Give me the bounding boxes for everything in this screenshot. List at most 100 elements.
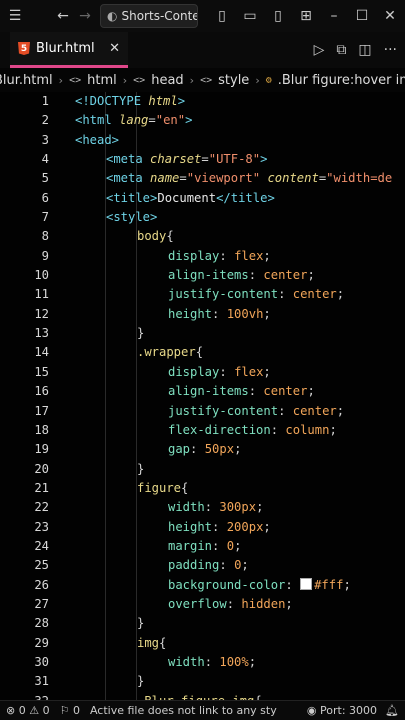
notifications-bell-icon[interactable]: 🔔︎ xyxy=(385,704,399,717)
code-line[interactable]: 23 height: 200px; xyxy=(0,518,405,537)
code-line[interactable]: 16 align-items: center; xyxy=(0,382,405,401)
code-token: = xyxy=(179,171,187,186)
toggle-secondary-sidebar-icon[interactable]: ▯ xyxy=(267,8,289,24)
code-token: <head> xyxy=(75,132,120,147)
code-line[interactable]: 31} xyxy=(0,672,405,691)
code-line[interactable]: 13} xyxy=(0,324,405,343)
color-swatch[interactable] xyxy=(300,577,313,590)
code-line[interactable]: 29 img{ xyxy=(0,634,405,653)
code-line[interactable]: 21 figure{ xyxy=(0,479,405,498)
code-token: } xyxy=(137,326,145,341)
run-icon[interactable]: ▷ xyxy=(314,42,325,58)
code-text: .wrapper{ xyxy=(137,343,203,362)
code-token: "width=de xyxy=(326,171,393,186)
line-number: 26 xyxy=(34,577,49,592)
code-line[interactable]: 27 overflow: hidden; xyxy=(0,595,405,614)
code-line[interactable]: 14 .wrapper{ xyxy=(0,343,405,362)
menu-icon[interactable]: ☰ xyxy=(4,8,26,24)
forward-arrow-icon[interactable]: → xyxy=(74,8,96,24)
code-line[interactable]: 3 <head> xyxy=(0,131,405,150)
breadcrumb-item-selector[interactable]: .Blur figure:hover img xyxy=(278,73,405,88)
breadcrumb-item-style[interactable]: style xyxy=(218,73,249,88)
code-line[interactable]: 6 <title>Document</title> xyxy=(0,189,405,208)
code-line[interactable]: 26 background-color: #fff; xyxy=(0,576,405,595)
line-number: 28 xyxy=(34,616,49,631)
code-line[interactable]: 18 flex-direction: column; xyxy=(0,421,405,440)
code-token: center xyxy=(263,384,308,399)
code-line[interactable]: 4 <meta charset="UTF-8"> xyxy=(0,150,405,169)
breadcrumb-item-file[interactable]: Blur.html xyxy=(0,73,53,88)
minimize-icon[interactable]: – xyxy=(323,8,345,24)
code-line[interactable]: 2 <html lang="en"> xyxy=(0,111,405,130)
toggle-panel-icon[interactable]: ▭ xyxy=(239,8,261,24)
code-token: column xyxy=(285,422,330,437)
info-indicator[interactable]: ⚐ 0 xyxy=(60,704,80,717)
code-text: body{ xyxy=(137,227,174,246)
code-token: : xyxy=(226,596,242,611)
code-token: #fff xyxy=(314,577,344,592)
code-line[interactable]: 19 gap: 50px; xyxy=(0,440,405,459)
signal-icon: ⚐ xyxy=(59,704,70,717)
code-line[interactable]: 28} xyxy=(0,614,405,633)
code-token: display xyxy=(168,364,220,379)
back-arrow-icon[interactable]: ← xyxy=(52,8,74,24)
code-line[interactable]: 8 body{ xyxy=(0,227,405,246)
code-line[interactable]: 32 .Blur figure img{ xyxy=(0,692,405,700)
code-text: <!DOCTYPE html> xyxy=(75,92,185,111)
command-center-search[interactable]: ◐ Shorts-Conte xyxy=(100,4,198,28)
code-line[interactable]: 24 margin: 0; xyxy=(0,537,405,556)
code-line[interactable]: 1 <!DOCTYPE html> xyxy=(0,92,405,111)
code-line[interactable]: 17 justify-content: center; xyxy=(0,402,405,421)
code-token: : xyxy=(285,577,301,592)
workspace-name: Shorts-Conte xyxy=(121,9,198,23)
breadcrumb-item-html[interactable]: html xyxy=(87,73,117,88)
code-token: body xyxy=(137,229,167,244)
code-token: <html xyxy=(75,113,120,128)
html5-file-icon: 5 xyxy=(18,42,30,55)
code-token: : xyxy=(212,306,227,321)
code-line[interactable]: 11 justify-content: center; xyxy=(0,285,405,304)
line-number: 20 xyxy=(34,461,49,476)
code-line[interactable]: 15 display: flex; xyxy=(0,363,405,382)
split-editor-icon[interactable]: ◫ xyxy=(358,42,371,58)
customize-layout-icon[interactable]: ⊞ xyxy=(295,8,317,24)
code-line[interactable]: 12 height: 100vh; xyxy=(0,305,405,324)
code-token: height xyxy=(168,306,213,321)
line-number: 21 xyxy=(34,480,49,495)
more-actions-icon[interactable]: ··· xyxy=(384,42,397,58)
code-token: lang xyxy=(119,113,149,128)
code-token: ; xyxy=(329,422,337,437)
code-text: height: 100vh; xyxy=(168,305,271,324)
toggle-primary-sidebar-icon[interactable]: ▯ xyxy=(211,8,233,24)
code-token: name xyxy=(150,171,180,186)
close-window-icon[interactable]: ✕ xyxy=(379,8,401,24)
radio-tower-icon: ◉ xyxy=(306,704,317,717)
code-text: <html lang="en"> xyxy=(75,111,192,130)
code-token: ; xyxy=(241,558,249,573)
code-line[interactable]: 7 <style> xyxy=(0,208,405,227)
code-line[interactable]: 22 width: 300px; xyxy=(0,498,405,517)
code-token: content xyxy=(267,171,319,186)
code-line[interactable]: 9 display: flex; xyxy=(0,247,405,266)
line-number: 18 xyxy=(34,422,49,437)
live-server-port[interactable]: ◉ Port: 3000 xyxy=(307,704,377,717)
code-line[interactable]: 25 padding: 0; xyxy=(0,556,405,575)
code-token: <!DOCTYPE xyxy=(75,94,149,108)
code-line[interactable]: 20} xyxy=(0,460,405,479)
code-editor[interactable]: 1 <!DOCTYPE html> 2 <html lang="en"> 3 <head>… xyxy=(0,92,405,700)
maximize-icon[interactable]: ☐ xyxy=(351,8,373,24)
open-changes-icon[interactable]: ⧉ xyxy=(336,42,346,58)
editor-tab-blur-html[interactable]: 5 Blur.html ✕ xyxy=(10,32,128,68)
code-text: align-items: center; xyxy=(168,382,315,401)
breadcrumb-item-head[interactable]: head xyxy=(151,73,183,88)
close-tab-icon[interactable]: ✕ xyxy=(109,41,120,56)
code-token: <meta xyxy=(106,171,151,186)
code-text: display: flex; xyxy=(168,247,271,266)
problems-indicator[interactable]: ⊗ 0 ⚠ 0 xyxy=(6,704,50,717)
code-token: } xyxy=(137,461,145,476)
code-token: } xyxy=(137,616,145,631)
code-line[interactable]: 10 align-items: center; xyxy=(0,266,405,285)
code-token: ; xyxy=(263,306,271,321)
code-line[interactable]: 5 <meta name="viewport" content="width=de xyxy=(0,169,405,188)
code-line[interactable]: 30 width: 100%; xyxy=(0,653,405,672)
